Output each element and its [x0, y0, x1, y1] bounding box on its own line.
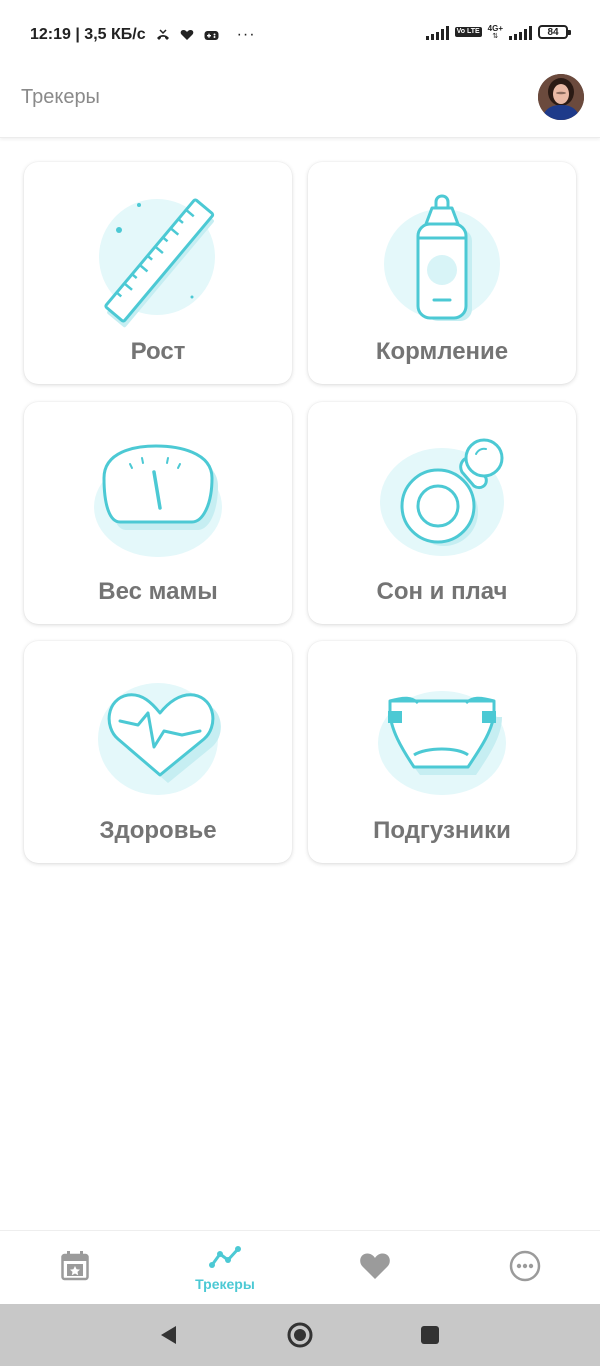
tracker-label: Вес мамы [98, 578, 218, 605]
status-bar: 12:19 | 3,5 КБ/с ··· Vo LTE 4G+ ⇅ 84 [0, 0, 600, 70]
back-button[interactable] [154, 1321, 182, 1349]
missed-call-icon [156, 29, 170, 41]
volte-badge: Vo LTE [454, 27, 482, 37]
tracker-card-growth[interactable]: Рост [24, 162, 292, 384]
battery-indicator: 84 [538, 25, 571, 39]
status-time-speed: 12:19 | 3,5 КБ/с [30, 26, 146, 43]
signal-icon-2 [509, 24, 532, 40]
status-overflow: ··· [236, 26, 256, 43]
tracker-label: Здоровье [99, 817, 217, 844]
tracker-card-health[interactable]: Здоровье [24, 641, 292, 863]
nav-calendar[interactable] [0, 1231, 150, 1305]
signal-icon [425, 24, 449, 40]
tracker-card-feeding[interactable]: Кормление [308, 162, 576, 384]
system-navigation-bar [0, 1304, 600, 1366]
home-button[interactable] [286, 1321, 314, 1349]
data-arrows-icon: ⇅ [492, 32, 499, 40]
baby-bottle-icon [308, 172, 576, 332]
screen: 12:19 | 3,5 КБ/с ··· Vo LTE 4G+ ⇅ 84 Тре… [0, 0, 600, 1366]
tracker-label: Подгузники [373, 817, 511, 844]
chart-line-icon [209, 1245, 241, 1274]
more-icon [509, 1250, 541, 1287]
tracker-label: Кормление [375, 338, 509, 365]
bottom-nav: Трекеры [0, 1230, 600, 1304]
avatar[interactable] [538, 74, 584, 120]
tracker-label: Рост [130, 338, 186, 365]
page-title: Трекеры [21, 86, 100, 108]
battery-level: 84 [547, 26, 559, 38]
diaper-icon [308, 651, 576, 811]
nav-more[interactable] [450, 1231, 600, 1305]
gamepad-icon [204, 30, 219, 41]
nav-trackers[interactable]: Трекеры [150, 1231, 300, 1305]
heart-icon [359, 1252, 391, 1285]
status-left: 12:19 | 3,5 КБ/с ··· [30, 26, 256, 44]
tracker-label: Сон и плач [376, 578, 508, 605]
heart-status-icon [180, 29, 194, 41]
heart-pulse-icon [24, 651, 292, 811]
tracker-card-sleep-cry[interactable]: Сон и плач [308, 402, 576, 624]
app-header: Трекеры [0, 70, 600, 138]
recents-button[interactable] [416, 1321, 444, 1349]
calendar-icon [61, 1250, 89, 1286]
network-indicator: 4G+ ⇅ [487, 23, 503, 40]
nav-favorites[interactable] [300, 1231, 450, 1305]
status-right: Vo LTE 4G+ ⇅ 84 [425, 23, 571, 40]
ruler-icon [24, 172, 292, 332]
network-type: 4G+ [487, 23, 503, 33]
scale-icon [24, 412, 292, 572]
nav-trackers-label: Трекеры [195, 1275, 255, 1292]
tracker-card-mom-weight[interactable]: Вес мамы [24, 402, 292, 624]
pacifier-icon [308, 412, 576, 572]
tracker-card-diapers[interactable]: Подгузники [308, 641, 576, 863]
